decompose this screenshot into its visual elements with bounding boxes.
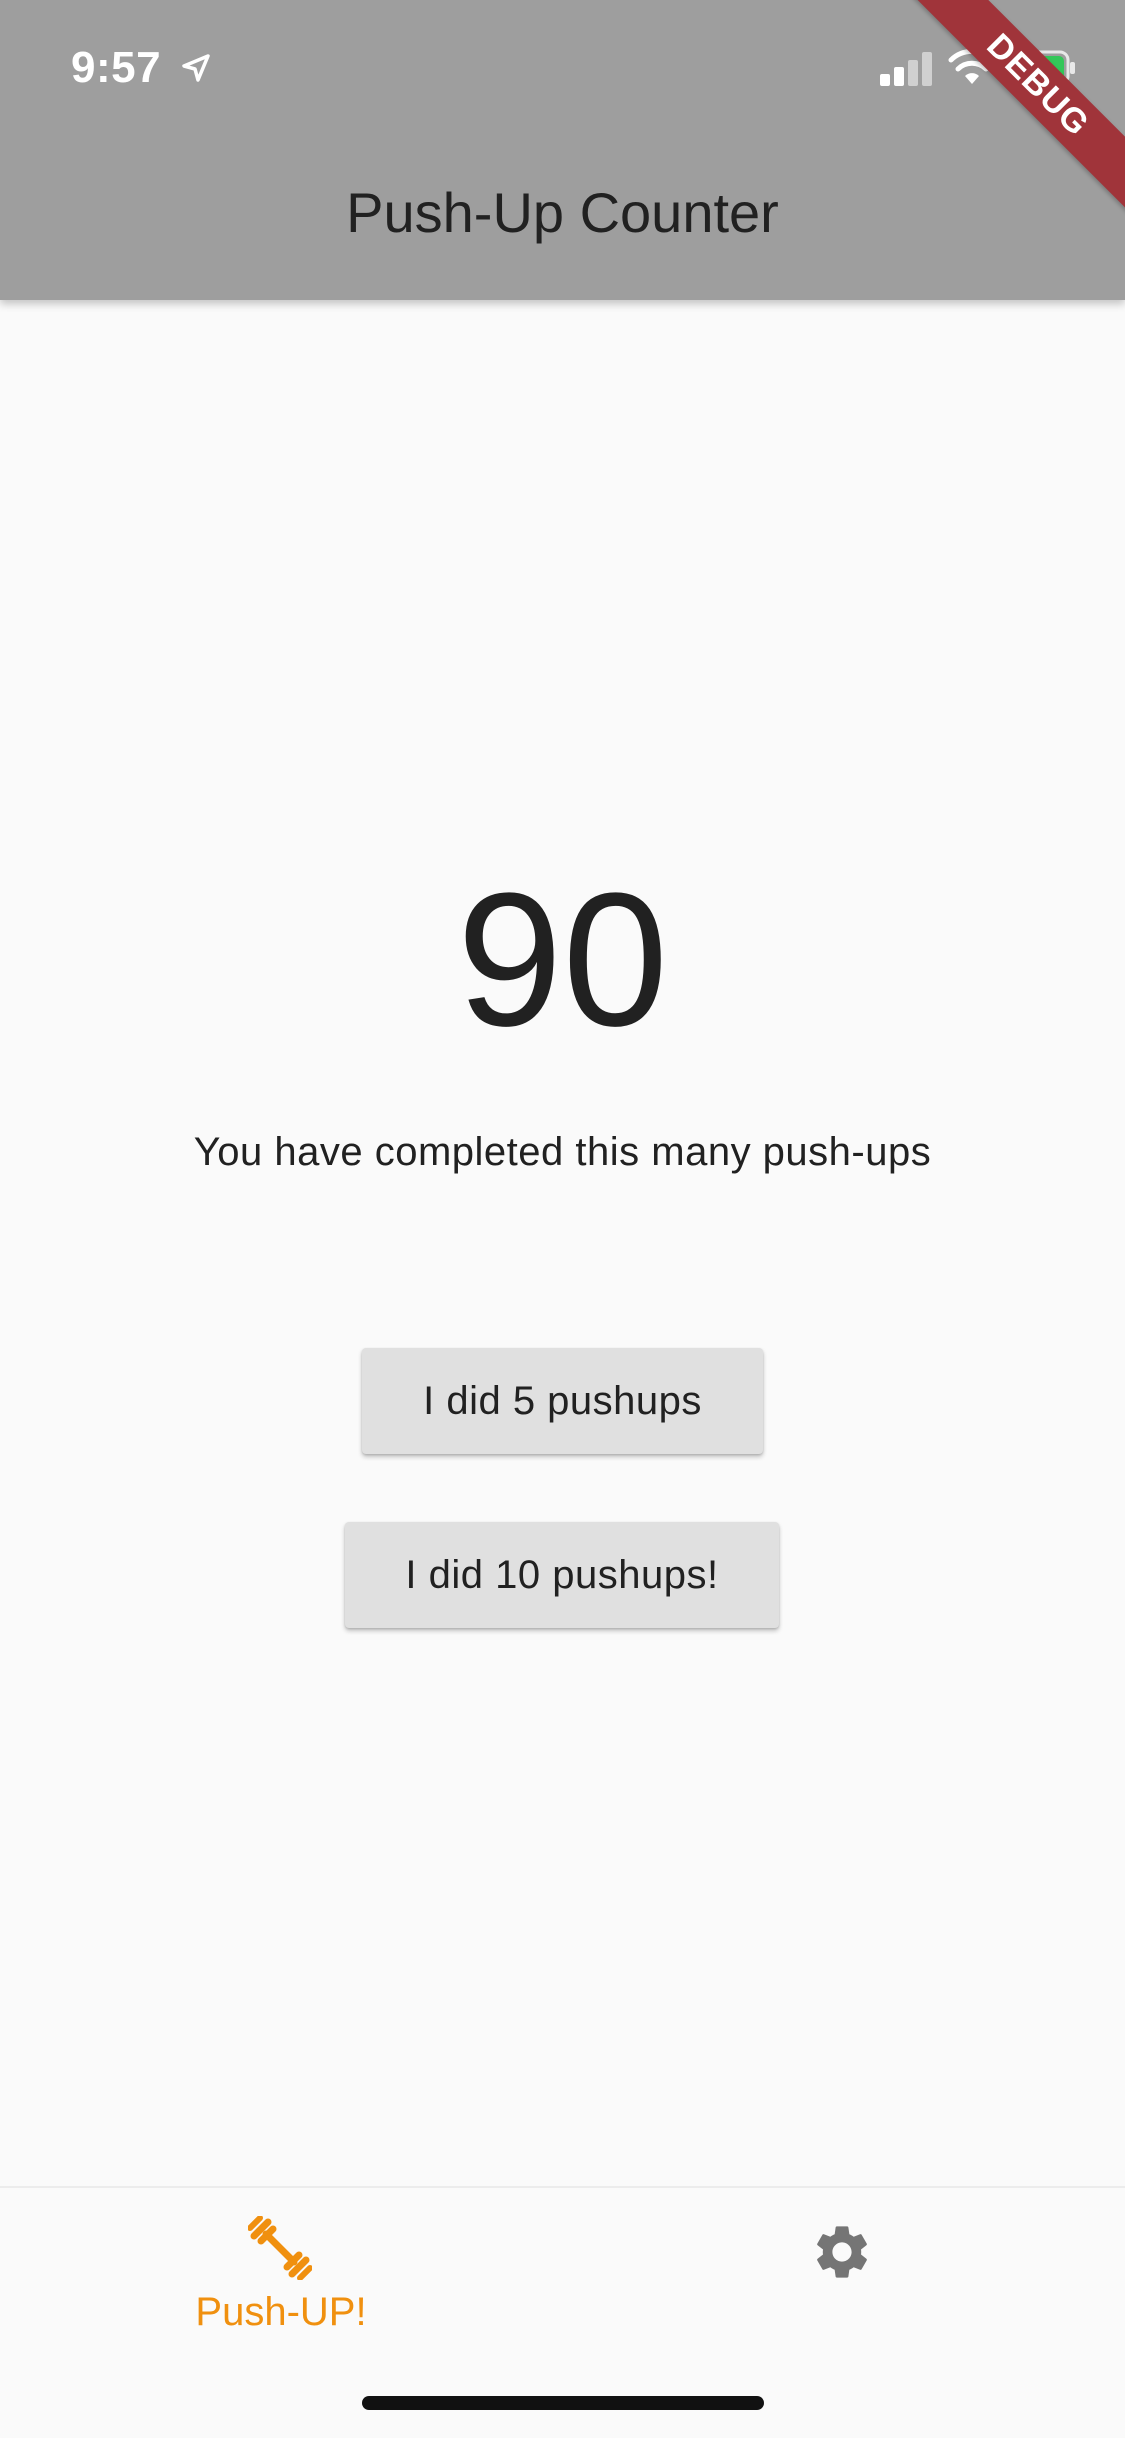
app-title: Push-Up Counter <box>346 181 779 244</box>
pushup-count-caption: You have completed this many push-ups <box>193 1130 932 1174</box>
pushup-count: 90 <box>456 854 669 1066</box>
nav-item-pushup-label: Push-UP! <box>195 2290 367 2334</box>
cellular-signal-icon <box>880 52 932 86</box>
status-time: 9:57 <box>71 43 162 92</box>
add-ten-pushups-button[interactable]: I did 10 pushups! <box>345 1522 779 1628</box>
nav-item-pushup[interactable]: Push-UP! <box>0 2188 562 2358</box>
dumbbell-icon <box>248 2216 312 2280</box>
home-indicator[interactable] <box>362 2396 764 2410</box>
app-bar: 9:57 Push-Up Counter <box>0 0 1125 300</box>
gear-icon <box>817 2226 867 2278</box>
nav-item-settings[interactable] <box>562 2188 1125 2358</box>
add-five-pushups-button[interactable]: I did 5 pushups <box>362 1348 763 1454</box>
location-arrow-icon <box>182 54 210 82</box>
